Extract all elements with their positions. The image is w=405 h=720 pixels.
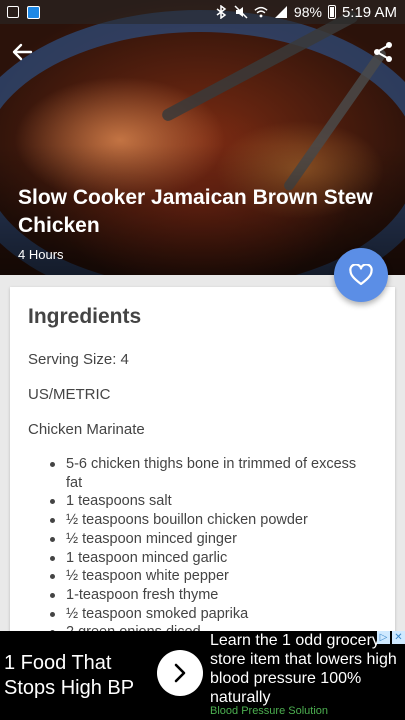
ad-banner[interactable]: 1 Food That Stops High BP Learn the 1 od… xyxy=(0,631,405,720)
ad-description[interactable]: Learn the 1 odd grocery store item that … xyxy=(210,631,400,707)
serving-size: Serving Size: 4 xyxy=(28,351,129,368)
chevron-right-icon xyxy=(174,663,186,683)
wifi-icon xyxy=(254,5,268,19)
image-notification-icon xyxy=(6,5,20,19)
adchoices-icon[interactable]: ▷ xyxy=(377,631,390,644)
list-item: ½ teaspoon smoked paprika xyxy=(28,605,368,624)
battery-icon xyxy=(327,5,336,19)
ad-sponsor[interactable]: Blood Pressure Solution xyxy=(210,705,328,717)
list-item: ½ teaspoons bouillon chicken powder xyxy=(28,511,368,530)
ad-open-button[interactable] xyxy=(157,650,203,696)
list-item: ½ teaspoon minced ginger xyxy=(28,530,368,549)
section-title: Chicken Marinate xyxy=(28,421,145,438)
list-item: 1 teaspoons salt xyxy=(28,492,368,511)
recipe-title: Slow Cooker Jamaican Brown Stew Chicken xyxy=(18,186,373,237)
unit-system: US/METRIC xyxy=(28,386,111,403)
list-item: 1 teaspoon minced garlic xyxy=(28,549,368,568)
share-icon xyxy=(374,42,392,62)
share-button[interactable] xyxy=(369,38,397,66)
heart-icon xyxy=(349,264,373,286)
close-ad-icon[interactable]: ✕ xyxy=(392,631,405,644)
back-arrow-icon xyxy=(12,43,33,61)
list-item: 1-teaspoon fresh thyme xyxy=(28,586,368,605)
clock: 5:19 AM xyxy=(341,3,397,21)
signal-icon xyxy=(274,5,288,19)
favorite-button[interactable] xyxy=(334,248,388,302)
ad-choices[interactable]: ▷ ✕ xyxy=(377,631,405,644)
ad-headline[interactable]: 1 Food That Stops High BP xyxy=(4,651,164,701)
list-item: ½ teaspoon white pepper xyxy=(28,567,368,586)
ingredients-card: Ingredients Serving Size: 4 US/METRIC Ch… xyxy=(10,287,395,647)
ingredient-list: 5-6 chicken thighs bone in trimmed of ex… xyxy=(28,455,368,642)
mute-icon xyxy=(234,5,248,19)
battery-percent: 98% xyxy=(293,4,322,20)
back-button[interactable] xyxy=(8,38,36,66)
cook-time: 4 Hours xyxy=(18,247,64,262)
bluetooth-icon xyxy=(214,5,228,19)
list-item: 5-6 chicken thighs bone in trimmed of ex… xyxy=(28,455,368,492)
status-bar: 98% 5:19 AM xyxy=(0,0,405,24)
ingredients-heading: Ingredients xyxy=(28,305,142,328)
app-notification-icon xyxy=(26,5,40,19)
